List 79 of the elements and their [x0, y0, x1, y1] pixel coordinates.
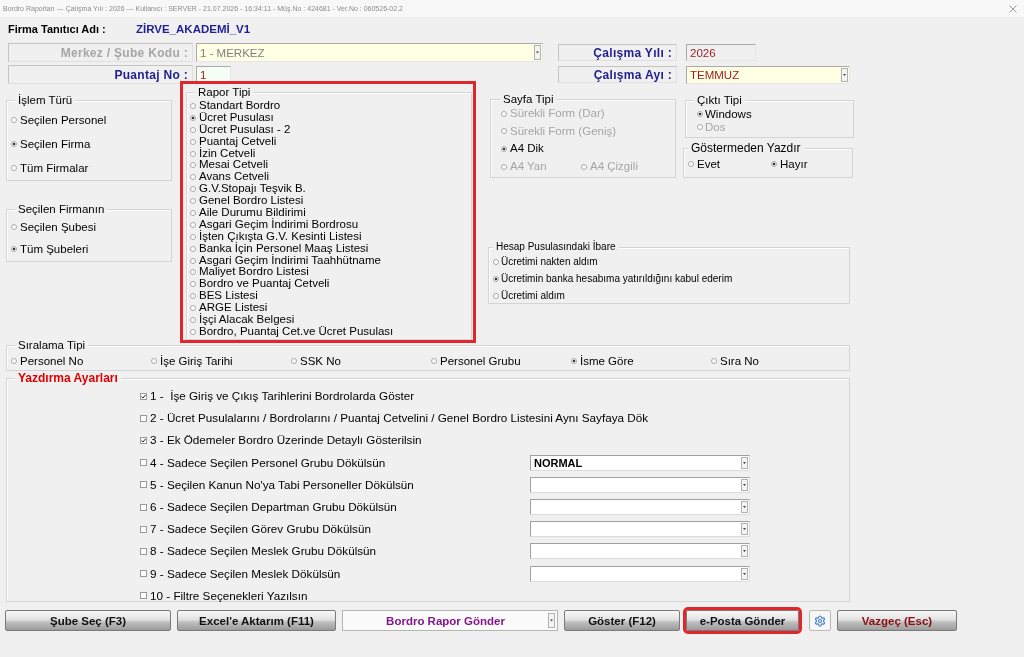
radio-option[interactable]: Bordro, Puantaj Cet.ve Ücret Pusulası	[190, 325, 394, 338]
radio-option[interactable]: Personel No	[11, 354, 84, 368]
group-title: Hesap Pusulasındaki İbare	[493, 240, 619, 254]
checkbox-option[interactable]: 3 - Ek Ödemeler Bordro Üzerinde Detaylı Gösterilsin	[140, 429, 422, 452]
group-title: Yazdırma Ayarları	[15, 371, 121, 385]
field-label: Çalışma Yılı :	[558, 44, 677, 61]
radio-option[interactable]: Asgari Geçim İndirimi Taahhütname	[190, 254, 381, 267]
firm-label: Firma Tanıtıcı Adı :	[8, 23, 107, 35]
radio-option[interactable]: Ücretimin banka hesabıma yatırıldığını kabul ederim	[493, 270, 733, 287]
dropdown-field[interactable]	[530, 543, 750, 560]
dropdown-field[interactable]	[530, 499, 750, 516]
radio-option[interactable]: Ücretimi nakten aldım	[493, 253, 598, 270]
checkbox-option[interactable]: 9 - Sadece Seçilen Meslek Dökülsün	[140, 562, 341, 585]
radio-option[interactable]: Tüm Şubeleri	[11, 238, 89, 260]
checkbox-option[interactable]: 5 - Seçilen Kanun No'ya Tabi Personeller Dökülsün	[140, 473, 414, 496]
group-title: Seçilen Firmanın	[15, 202, 108, 216]
group-title: İşlem Türü	[15, 93, 76, 107]
field-label: Çalışma Ayı :	[558, 66, 677, 83]
group-title: Sıralama Tipi	[15, 338, 89, 352]
group-title: Sayfa Tipi	[500, 92, 557, 106]
radio-option[interactable]: Standart Bordro	[190, 100, 281, 112]
radio-option[interactable]: BES Listesi	[190, 290, 258, 303]
radio-option[interactable]: Windows	[697, 107, 752, 121]
radio-option[interactable]: Avans Cetveli	[190, 171, 270, 184]
checkbox-option[interactable]: 6 - Sadece Seçilen Departman Grubu Dökülsün	[140, 495, 397, 519]
radio-option[interactable]: İşçi Alacak Belgesi	[190, 314, 295, 326]
dropdown-field[interactable]	[530, 521, 750, 538]
radio-option[interactable]: Ücret Pusulası - 2	[190, 123, 291, 136]
action-button[interactable]: Excel'e Aktarım (F11)	[177, 610, 336, 631]
radio-option[interactable]: Evet	[688, 156, 720, 171]
cancel-button[interactable]: Vazgeç (Esc)	[837, 610, 957, 631]
firm-name: ZİRVE_AKADEMİ_V1	[136, 23, 251, 35]
radio-option[interactable]: İsme Göre	[571, 354, 634, 368]
checkbox-option[interactable]: 8 - Sadece Seçilen Meslek Grubu Dökülsün	[140, 540, 377, 563]
radio-option[interactable]: SSK No	[291, 354, 341, 368]
radio-option[interactable]: İzin Cetveli	[190, 147, 256, 160]
radio-option[interactable]: Asgari Geçim İndirimi Bordrosu	[190, 218, 359, 231]
radio-option[interactable]: Seçilen Şubesi	[11, 216, 97, 238]
action-button[interactable]: Şube Seç (F3)	[5, 610, 171, 631]
field-label: Merkez / Şube Kodu :	[8, 43, 193, 62]
close-icon[interactable]	[1009, 4, 1017, 13]
checkbox-option[interactable]: 10 - Filtre Seçenekleri Yazılsın	[140, 584, 308, 607]
radio-option[interactable]: Banka İçin Personel Maaş Listesi	[190, 242, 369, 255]
settings-button[interactable]	[809, 610, 831, 631]
radio-option[interactable]: Tüm Firmalar	[11, 156, 89, 180]
action-button[interactable]: Göster (F12)	[564, 610, 680, 631]
radio-option[interactable]: Seçilen Firma	[11, 132, 91, 156]
radio-option[interactable]: Ücret Pusulası	[190, 111, 274, 124]
group-title: Göstermeden Yazdır	[688, 140, 804, 155]
checkbox-option[interactable]: 4 - Sadece Seçilen Personel Grubu Dökülsün	[140, 451, 386, 474]
radio-option[interactable]: Seçilen Personel	[11, 108, 107, 132]
dropdown-field[interactable]	[530, 476, 750, 493]
radio-option[interactable]: Personel Grubu	[431, 354, 521, 368]
radio-option[interactable]: Sıra No	[711, 354, 759, 368]
radio-option[interactable]: Ücretimi aldım	[493, 287, 565, 304]
dropdown-field[interactable]: TEMMUZ	[686, 65, 850, 84]
radio-option[interactable]: İşe Giriş Tarihi	[151, 354, 233, 368]
dropdown-field[interactable]: NORMAL	[530, 454, 750, 471]
radio-option[interactable]: G.V.Stopajı Teşvik B.	[190, 183, 306, 196]
group-title: Rapor Tipi	[195, 85, 254, 99]
radio-option[interactable]: İşten Çıkışta G.V. Kesinti Listesi	[190, 230, 362, 243]
checkbox-option[interactable]: 1 - İşe Giriş ve Çıkış Tarihlerini Bordrolarda Göster	[140, 385, 415, 408]
radio-option[interactable]: Mesai Cetveli	[190, 159, 269, 172]
radio-option[interactable]: A4 Dik	[501, 140, 544, 158]
checkbox-option[interactable]: 2 - Ücret Pusulalarını / Bordrolarını / Puantaj Cetvelini / Genel Bordro Listesini Aynı Sayfaya Dök	[140, 407, 649, 430]
dropdown-field[interactable]	[530, 565, 750, 582]
radio-option[interactable]: Maliyet Bordro Listesi	[190, 266, 309, 279]
radio-option[interactable]: ARGE Listesi	[190, 302, 268, 315]
action-button[interactable]: e-Posta Gönder	[686, 610, 799, 631]
radio-option[interactable]: Puantaj Cetveli	[190, 135, 277, 148]
checkbox-option[interactable]: 7 - Sadece Seçilen Görev Grubu Dökülsün	[140, 518, 371, 541]
radio-option[interactable]: Aile Durumu Bildirimi	[190, 207, 306, 219]
dropdown-field[interactable]: Bordro Rapor Gönder	[342, 610, 558, 631]
radio-option[interactable]: Genel Bordro Listesi	[190, 195, 304, 207]
radio-option[interactable]: Hayır	[771, 156, 808, 171]
field-label: Puantaj No :	[8, 65, 193, 84]
radio-option[interactable]: Bordro ve Puantaj Cetveli	[190, 278, 330, 291]
gear-icon	[814, 614, 826, 627]
input-field[interactable]: 2026	[686, 44, 756, 61]
